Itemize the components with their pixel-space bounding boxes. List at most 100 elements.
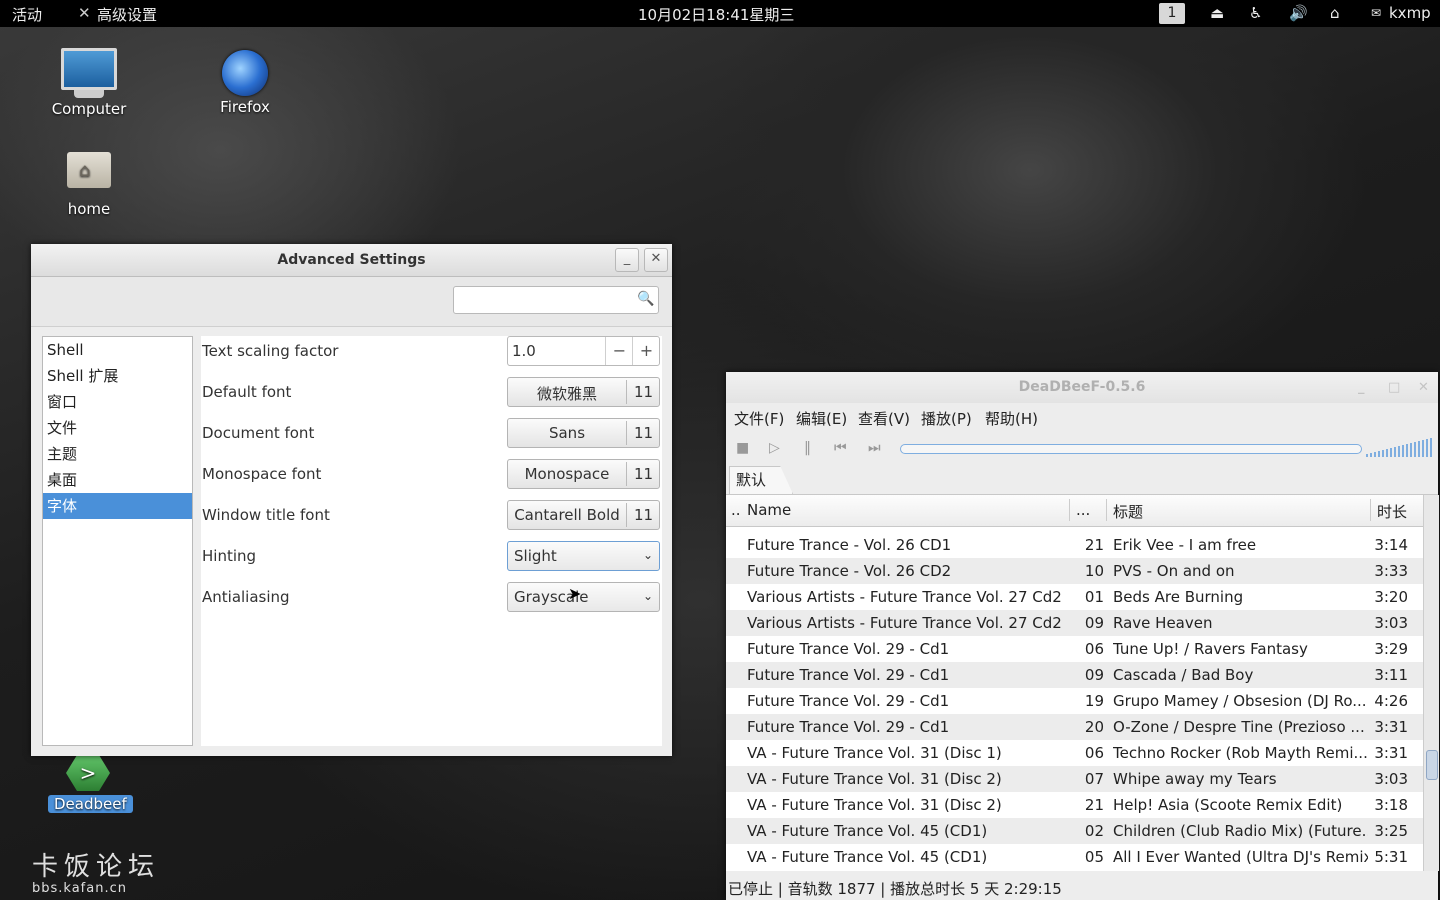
sidebar-item-desktop[interactable]: 桌面 <box>43 467 192 493</box>
antialiasing-select[interactable]: Grayscale ⌄ <box>507 582 660 612</box>
window-titlebar[interactable]: Advanced Settings _ ✕ <box>31 244 672 277</box>
track-name: Various Artists - Future Trance Vol. 27 … <box>747 588 1062 606</box>
deadbeef-desktop-icon[interactable]: > Deadbeef <box>48 755 133 813</box>
sidebar-item-fonts[interactable]: 字体 <box>43 493 192 519</box>
chat-icon[interactable]: ✉ <box>1371 6 1381 20</box>
default-font-button[interactable]: 微软雅黑 11 <box>507 377 660 407</box>
track-number: 21 <box>1084 536 1104 554</box>
table-row[interactable]: Future Trance - Vol. 26 CD1 21 Erik Vee - … <box>726 532 1423 558</box>
window-title-font-button[interactable]: Cantarell Bold 11 <box>507 500 660 530</box>
font-size: 11 <box>626 380 660 404</box>
maximize-button[interactable]: □ <box>1388 372 1400 403</box>
computer-icon <box>34 48 144 98</box>
volume-icon[interactable]: 🔊 <box>1289 4 1308 22</box>
app-menu-icon: ✕ <box>78 4 91 22</box>
chevron-down-icon: ⌄ <box>642 589 653 603</box>
menu-playback[interactable]: 播放(P) <box>921 408 972 429</box>
menu-bar: 文件(F) 编辑(E) 查看(V) 播放(P) 帮助(H) <box>726 403 1438 433</box>
deadbeef-window: DeaDBeeF-0.5.6 _ □ ✕ 文件(F) 编辑(E) 查看(V) 播… <box>726 372 1439 900</box>
hinting-select[interactable]: Slight ⌄ <box>507 541 660 571</box>
table-row[interactable]: VA - Future Trance Vol. 31 (Disc 2) 07 Whi… <box>726 766 1423 792</box>
previous-icon[interactable]: ⏮ <box>834 440 847 456</box>
monospace-font-row: Monospace font Monospace 11 <box>201 459 662 493</box>
table-row[interactable]: VA - Future Trance Vol. 31 (Disc 2) 21 Hel… <box>726 792 1423 818</box>
scrollbar-thumb[interactable] <box>1426 750 1438 780</box>
track-duration: 3:33 <box>1374 562 1408 580</box>
table-row[interactable]: Future Trance Vol. 29 - Cd1 06 Tune Up! / … <box>726 636 1423 662</box>
home-desktop-icon[interactable]: ⌂ home <box>34 152 144 218</box>
scrollbar[interactable] <box>1423 495 1439 871</box>
table-row[interactable]: Various Artists - Future Trance Vol. 27 … <box>726 584 1423 610</box>
sidebar-item-files[interactable]: 文件 <box>43 415 192 441</box>
track-duration: 3:03 <box>1374 614 1408 632</box>
minimize-button[interactable]: _ <box>1358 372 1365 403</box>
track-number: 01 <box>1084 588 1104 606</box>
sidebar-item-windows[interactable]: 窗口 <box>43 389 192 415</box>
clock[interactable]: 10月02日18:41星期三 <box>638 4 794 25</box>
text-scaling-row: Text scaling factor 1.0 − + <box>201 336 662 370</box>
sidebar-item-theme[interactable]: 主题 <box>43 441 192 467</box>
track-name: VA - Future Trance Vol. 31 (Disc 2) <box>747 796 1002 814</box>
user-menu[interactable]: kxmp <box>1389 4 1431 22</box>
track-number: 10 <box>1084 562 1104 580</box>
table-row[interactable]: Future Trance Vol. 29 - Cd1 09 Cascada / B… <box>726 662 1423 688</box>
text-scaling-spinner[interactable]: 1.0 − + <box>507 336 660 366</box>
search-input[interactable] <box>453 286 659 314</box>
window-titlebar[interactable]: DeaDBeeF-0.5.6 _ □ ✕ <box>726 372 1438 403</box>
computer-desktop-icon[interactable]: Computer <box>34 48 144 118</box>
menu-edit[interactable]: 编辑(E) <box>796 408 847 429</box>
table-row[interactable]: VA - Future Trance Vol. 45 (CD1) 02 Childr… <box>726 818 1423 844</box>
menu-file[interactable]: 文件(F) <box>734 408 784 429</box>
monospace-font-button[interactable]: Monospace 11 <box>507 459 660 489</box>
increment-button[interactable]: + <box>632 337 660 365</box>
table-row[interactable]: Future Trance - Vol. 26 CD2 10 PVS - On an… <box>726 558 1423 584</box>
track-duration: 3:25 <box>1374 822 1408 840</box>
close-button[interactable]: ✕ <box>644 248 668 272</box>
column-indicator[interactable]: .. <box>731 501 741 519</box>
monospace-font-label: Monospace font <box>202 465 322 483</box>
stop-icon[interactable]: ■ <box>736 440 749 456</box>
pause-icon[interactable]: ‖ <box>804 440 811 456</box>
seek-bar[interactable] <box>900 444 1362 454</box>
sidebar-item-shell[interactable]: Shell <box>43 337 192 363</box>
menu-view[interactable]: 查看(V) <box>858 408 910 429</box>
table-row[interactable]: Various Artists - Future Trance Vol. 27 … <box>726 610 1423 636</box>
column-num[interactable]: ... <box>1076 501 1090 519</box>
workspace-indicator[interactable]: 1 <box>1159 3 1185 24</box>
default-font-row: Default font 微软雅黑 11 <box>201 377 662 411</box>
track-title: All I Ever Wanted (Ultra DJ's Remix) <box>1113 848 1368 866</box>
tab-default[interactable]: 默认 <box>729 466 794 494</box>
hinting-label: Hinting <box>202 547 257 565</box>
minimize-button[interactable]: _ <box>615 248 639 272</box>
column-title[interactable]: 标题 <box>1113 501 1143 522</box>
document-font-button[interactable]: Sans 11 <box>507 418 660 448</box>
accessibility-icon[interactable]: ♿ <box>1249 4 1262 22</box>
play-icon[interactable]: ▷ <box>769 440 780 456</box>
firefox-desktop-icon[interactable]: Firefox <box>190 50 300 116</box>
activities-button[interactable]: 活动 <box>12 4 42 25</box>
decrement-button[interactable]: − <box>605 337 633 365</box>
table-row[interactable]: Future Trance Vol. 29 - Cd1 20 O-Zone / De… <box>726 714 1423 740</box>
volume-bar[interactable] <box>1366 437 1434 457</box>
top-bar: 活动 ✕ 高级设置 10月02日18:41星期三 1 ⏏ ♿ 🔊 ⌂ ✉ kxm… <box>0 0 1440 27</box>
search-icon: 🔍 <box>637 291 655 307</box>
text-scaling-value[interactable]: 1.0 <box>512 342 536 360</box>
next-icon[interactable]: ⏭ <box>868 440 881 456</box>
column-duration[interactable]: 时长 <box>1377 501 1407 522</box>
app-menu-button[interactable]: 高级设置 <box>97 4 157 25</box>
table-row[interactable]: VA - Future Trance Vol. 31 (Disc 1) 06 Tec… <box>726 740 1423 766</box>
track-title: Whipe away my Tears <box>1113 770 1277 788</box>
track-duration: 3:20 <box>1374 588 1408 606</box>
sidebar-item-shell-extensions[interactable]: Shell 扩展 <box>43 363 192 389</box>
track-title: Grupo Mamey / Obsesion (DJ Ro... <box>1113 692 1367 710</box>
playlist[interactable]: .. Name ... 标题 时长 Future Trance - Vol. 2… <box>726 495 1423 871</box>
column-name[interactable]: Name <box>747 501 791 519</box>
track-title: Erik Vee - I am free <box>1113 536 1257 554</box>
network-icon[interactable]: ⌂ <box>1330 4 1340 22</box>
eject-icon[interactable]: ⏏ <box>1210 4 1224 22</box>
track-duration: 5:31 <box>1374 848 1408 866</box>
close-button[interactable]: ✕ <box>1418 372 1429 403</box>
table-row[interactable]: VA - Future Trance Vol. 45 (CD1) 05 All I … <box>726 844 1423 870</box>
menu-help[interactable]: 帮助(H) <box>985 408 1038 429</box>
table-row[interactable]: Future Trance Vol. 29 - Cd1 19 Grupo Mamey… <box>726 688 1423 714</box>
